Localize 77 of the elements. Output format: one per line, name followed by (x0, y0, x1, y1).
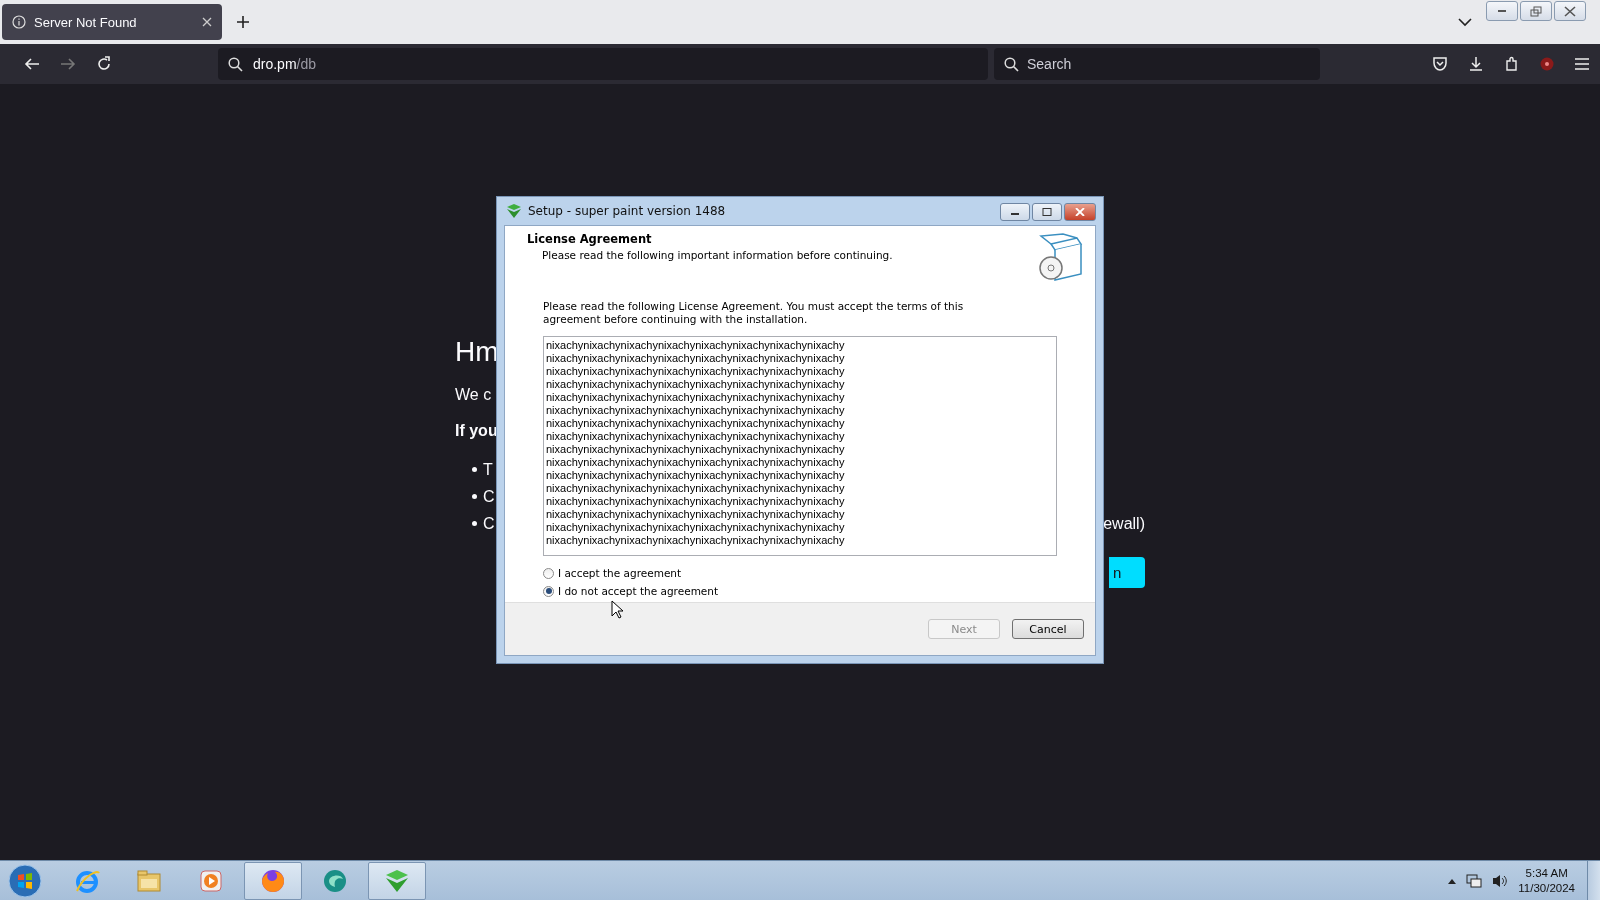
page-button[interactable]: n (1109, 557, 1145, 588)
list-item-text: C (483, 514, 495, 534)
minimize-button[interactable] (1000, 203, 1030, 221)
radio-label[interactable]: I do not accept the agreement (558, 585, 719, 597)
download-icon[interactable] (1468, 56, 1484, 72)
search-field[interactable]: Search (994, 48, 1320, 80)
license-text-line: nixachynixachynixachynixachynixachynixachynixachynixachy (546, 534, 845, 547)
search-icon (1004, 57, 1019, 72)
close-icon (1563, 5, 1577, 17)
url-text: dro.pm/db (253, 56, 317, 72)
maximize-icon (1042, 208, 1052, 216)
menu-icon[interactable] (1574, 57, 1590, 71)
info-icon (12, 15, 26, 29)
minimize-icon (1498, 10, 1506, 12)
license-text-line: nixachynixachynixachynixachynixachynixachynixachynixachy (546, 430, 845, 443)
license-text-line: nixachynixachynixachynixachynixachynixachynixachynixachy (546, 508, 845, 521)
bullet-icon (472, 521, 477, 526)
close-button[interactable] (1064, 203, 1096, 221)
license-text-line: nixachynixachynixachynixachynixachynixachynixachynixachy (546, 521, 845, 534)
list-item-text: ewall) (1103, 514, 1145, 534)
setup-app-icon (506, 203, 522, 219)
caret-up-icon[interactable] (1448, 877, 1457, 884)
license-text-line: nixachynixachynixachynixachynixachynixachynixachynixachy (546, 469, 845, 482)
clock-date[interactable]: 11/30/2024 (1518, 880, 1575, 896)
license-text-line: nixachynixachynixachynixachynixachynixachynixachynixachy (546, 404, 845, 417)
license-text-line: nixachynixachynixachynixachynixachynixachynixachynixachy (546, 339, 845, 352)
radio-label[interactable]: I accept the agreement (558, 567, 682, 579)
radio-button[interactable] (543, 567, 554, 579)
license-text-line: nixachynixachynixachynixachynixachynixachynixachynixachy (546, 456, 845, 469)
close-icon (1075, 208, 1085, 216)
close-icon[interactable] (202, 17, 212, 27)
instruction-text: Please read the following License Agreement. You must accept the terms of this agreement before continuing with the installation. (543, 300, 965, 326)
tab-title: Server Not Found (34, 14, 138, 30)
chevron-down-icon[interactable] (1458, 17, 1472, 27)
license-text-line: nixachynixachynixachynixachynixachynixachynixachynixachy (546, 482, 845, 495)
show-desktop-button[interactable] (1587, 861, 1600, 900)
radio-button[interactable] (543, 585, 554, 597)
shield-badge-icon[interactable] (1540, 57, 1554, 71)
maximize-button[interactable] (1032, 203, 1062, 221)
taskbar-app[interactable] (368, 861, 426, 900)
browser-tab[interactable]: Server Not Found (2, 4, 222, 40)
restore-button[interactable] (1520, 1, 1552, 21)
speaker-icon[interactable] (1492, 872, 1509, 889)
reload-icon (96, 56, 112, 72)
network-icon[interactable] (1466, 872, 1483, 889)
close-button[interactable] (1554, 1, 1586, 21)
list-item-text: C (483, 487, 495, 507)
license-text-line: nixachynixachynixachynixachynixachynixachynixachynixachy (546, 417, 845, 430)
license-text-line: nixachynixachynixachynixachynixachynixachynixachynixachy (546, 391, 845, 404)
license-text-line: nixachynixachynixachynixachynixachynixachynixachynixachy (546, 365, 845, 378)
search-icon (228, 56, 243, 72)
back-arrow-icon (24, 56, 40, 72)
section-heading: License Agreement (527, 232, 653, 246)
license-text-line: nixachynixachynixachynixachynixachynixachynixachynixachy (546, 352, 845, 365)
bullet-icon (472, 494, 477, 499)
license-text-line: nixachynixachynixachynixachynixachynixachynixachynixachy (546, 443, 845, 456)
page-text: We c (455, 385, 492, 405)
window-title: Setup - super paint version 1488 (528, 204, 726, 218)
license-text-line: nixachynixachynixachynixachynixachynixachynixachynixachy (546, 378, 845, 391)
page-heading: Hm (455, 335, 499, 369)
bullet-icon (472, 467, 477, 472)
taskbar-app[interactable] (244, 861, 302, 900)
start-orb-icon[interactable] (8, 863, 42, 898)
clock-time[interactable]: 5:34 AM (1518, 865, 1575, 881)
section-subtitle: Please read the following important information before continuing. (542, 249, 893, 261)
mouse-cursor-icon (611, 600, 623, 619)
list-item-text: T (483, 460, 493, 480)
box-disc-icon (1037, 232, 1085, 282)
shield-icon[interactable] (1432, 56, 1448, 72)
dialog-button[interactable]: Cancel (1012, 619, 1084, 639)
restore-icon (1529, 5, 1543, 17)
license-text-area[interactable] (543, 336, 1057, 556)
license-text-line: nixachynixachynixachynixachynixachynixachynixachynixachy (546, 495, 845, 508)
address-bar[interactable]: dro.pm/db (218, 48, 988, 80)
minimize-button[interactable] (1486, 1, 1518, 21)
plus-icon[interactable] (236, 15, 250, 29)
forward-arrow-icon (60, 56, 76, 72)
